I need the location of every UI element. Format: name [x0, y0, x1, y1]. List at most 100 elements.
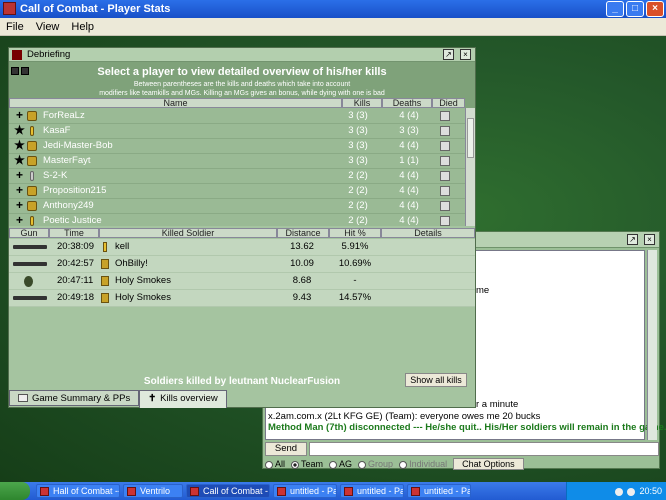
chat-system-message: Method Man (7th) disconnected --- He/she…	[268, 422, 666, 433]
radio-team[interactable]: Team	[291, 459, 323, 469]
column-deaths[interactable]: Deaths	[382, 98, 432, 108]
player-list: + ForReaLz 3 (3) 4 (4) ★ KasaF 3 (3) 3 (3) ★ Jedi…	[9, 108, 465, 226]
instruction-text: modifiers like teamkills and MGs. Killin…	[99, 90, 385, 97]
player-name: Poetic Justice	[43, 215, 102, 226]
player-row[interactable]: ★ Jedi-Master-Bob 3 (3) 4 (4)	[9, 139, 465, 154]
maximize-button[interactable]: □	[626, 1, 644, 17]
kill-time: 20:49:18	[57, 292, 94, 303]
chat-undock-button[interactable]: ↗	[627, 234, 638, 245]
star-icon[interactable]: ★	[14, 139, 25, 151]
rank-insignia-icon	[101, 293, 109, 303]
taskbar-item[interactable]: Hall of Combat -- v2.092	[36, 484, 120, 498]
rank-insignia-icon	[30, 216, 34, 226]
chat-input[interactable]	[309, 442, 659, 456]
kill-hit-percent: 5.91%	[341, 241, 369, 252]
rifle-icon	[13, 262, 47, 266]
player-kills: 3 (3)	[348, 110, 368, 121]
paint-icon	[411, 487, 420, 496]
player-kills: 2 (2)	[348, 170, 368, 181]
undock-button[interactable]: ↗	[443, 49, 454, 60]
rifle-icon	[13, 245, 47, 249]
expand-icon[interactable]: +	[14, 184, 25, 196]
column-gun[interactable]: Gun	[9, 228, 49, 238]
kill-distance: 10.09	[290, 258, 314, 269]
radio-icon	[399, 460, 408, 469]
expand-icon[interactable]: +	[14, 214, 25, 226]
expand-icon[interactable]: +	[14, 169, 25, 181]
tray-icon[interactable]	[615, 487, 624, 496]
tab-game-summary[interactable]: Game Summary & PPs	[9, 390, 140, 406]
chat-options-button[interactable]: Chat Options	[453, 458, 524, 470]
player-deaths: 4 (4)	[399, 215, 419, 226]
show-all-kills-button[interactable]: Show all kills	[405, 373, 467, 387]
column-details[interactable]: Details	[381, 228, 475, 238]
debriefing-title: Debriefing	[27, 49, 71, 60]
expand-icon[interactable]: +	[14, 109, 25, 121]
tab-kills-overview[interactable]: ✝ Kills overview	[139, 390, 227, 408]
player-row[interactable]: + Anthony249 2 (2) 4 (4)	[9, 199, 465, 214]
column-name[interactable]: Name	[9, 98, 342, 108]
chat-partial-text: me	[476, 285, 490, 296]
player-kills: 2 (2)	[348, 185, 368, 196]
send-button[interactable]: Send	[265, 442, 307, 456]
player-row[interactable]: + S-2-K 2 (2) 4 (4)	[9, 169, 465, 184]
player-row[interactable]: + ForReaLz 3 (3) 4 (4)	[9, 109, 465, 124]
killed-soldier-name: OhBilly!	[115, 258, 148, 269]
menu-help[interactable]: Help	[71, 18, 94, 35]
tray-icon[interactable]	[627, 487, 636, 496]
taskbar-item[interactable]: untitled - Paint	[340, 484, 404, 498]
radio-group[interactable]: Group	[358, 459, 393, 469]
expand-icon[interactable]: +	[14, 199, 25, 211]
column-distance[interactable]: Distance	[277, 228, 329, 238]
kill-row[interactable]: 20:42:57 OhBilly! 10.09 10.69%	[9, 256, 475, 273]
rank-insignia-icon	[101, 259, 109, 269]
column-time[interactable]: Time	[49, 228, 99, 238]
kill-hit-percent: -	[353, 275, 357, 286]
player-row[interactable]: ★ KasaF 3 (3) 3 (3)	[9, 124, 465, 139]
flag-icon	[12, 50, 22, 60]
player-kills: 2 (2)	[348, 200, 368, 211]
column-kills[interactable]: Kills	[342, 98, 382, 108]
taskbar-item[interactable]: Ventrilo	[123, 484, 183, 498]
column-killed-soldier[interactable]: Killed Soldier	[99, 228, 277, 238]
taskbar-item[interactable]: untitled - Paint	[407, 484, 471, 498]
start-button[interactable]	[0, 482, 30, 500]
player-row[interactable]: ★ MasterFayt 3 (3) 1 (1)	[9, 154, 465, 169]
player-deaths: 4 (4)	[399, 185, 419, 196]
radio-individual[interactable]: Individual	[399, 459, 447, 469]
scroll-thumb[interactable]	[467, 118, 474, 158]
rank-insignia-icon	[30, 171, 34, 181]
grenade-icon	[24, 276, 33, 287]
radio-all[interactable]: All	[265, 459, 285, 469]
rifle-icon	[13, 296, 47, 300]
player-name: Anthony249	[43, 200, 94, 211]
minimize-button[interactable]: _	[606, 1, 624, 17]
menu-file[interactable]: File	[6, 18, 24, 35]
player-deaths: 4 (4)	[399, 110, 419, 121]
chat-scrollbar[interactable]	[647, 250, 657, 440]
radio-ag[interactable]: AG	[329, 459, 352, 469]
kill-row[interactable]: 20:47:11 Holy Smokes 8.68 -	[9, 273, 475, 290]
star-icon[interactable]: ★	[14, 124, 25, 136]
star-icon[interactable]: ★	[14, 154, 25, 166]
app-icon	[40, 487, 49, 496]
player-list-scrollbar[interactable]	[465, 108, 475, 226]
kill-row[interactable]: 20:38:09 kell 13.62 5.91%	[9, 239, 475, 256]
column-hit[interactable]: Hit %	[329, 228, 381, 238]
kill-row[interactable]: 20:49:18 Holy Smokes 9.43 14.57%	[9, 290, 475, 307]
close-button[interactable]: ×	[646, 1, 664, 17]
debriefing-window: Debriefing ↗ × Select a player to view d…	[8, 47, 476, 408]
debriefing-close-button[interactable]: ×	[460, 49, 471, 60]
player-row[interactable]: + Poetic Justice 2 (2) 4 (4)	[9, 214, 465, 226]
window-title: Call of Combat - Player Stats	[20, 3, 171, 15]
taskbar-item[interactable]: untitled - Paint	[273, 484, 337, 498]
radio-icon	[329, 460, 338, 469]
instruction-text: Between parentheses are the kills and de…	[133, 81, 351, 88]
taskbar-item[interactable]: Call of Combat - Playe...	[186, 484, 270, 498]
player-row[interactable]: + Proposition215 2 (2) 4 (4)	[9, 184, 465, 199]
chat-close-button[interactable]: ×	[644, 234, 655, 245]
menu-view[interactable]: View	[36, 18, 60, 35]
app-title-bar: Call of Combat - Player Stats _ □ ×	[0, 0, 666, 18]
column-died[interactable]: Died	[432, 98, 465, 108]
player-name: Jedi-Master-Bob	[43, 140, 113, 151]
